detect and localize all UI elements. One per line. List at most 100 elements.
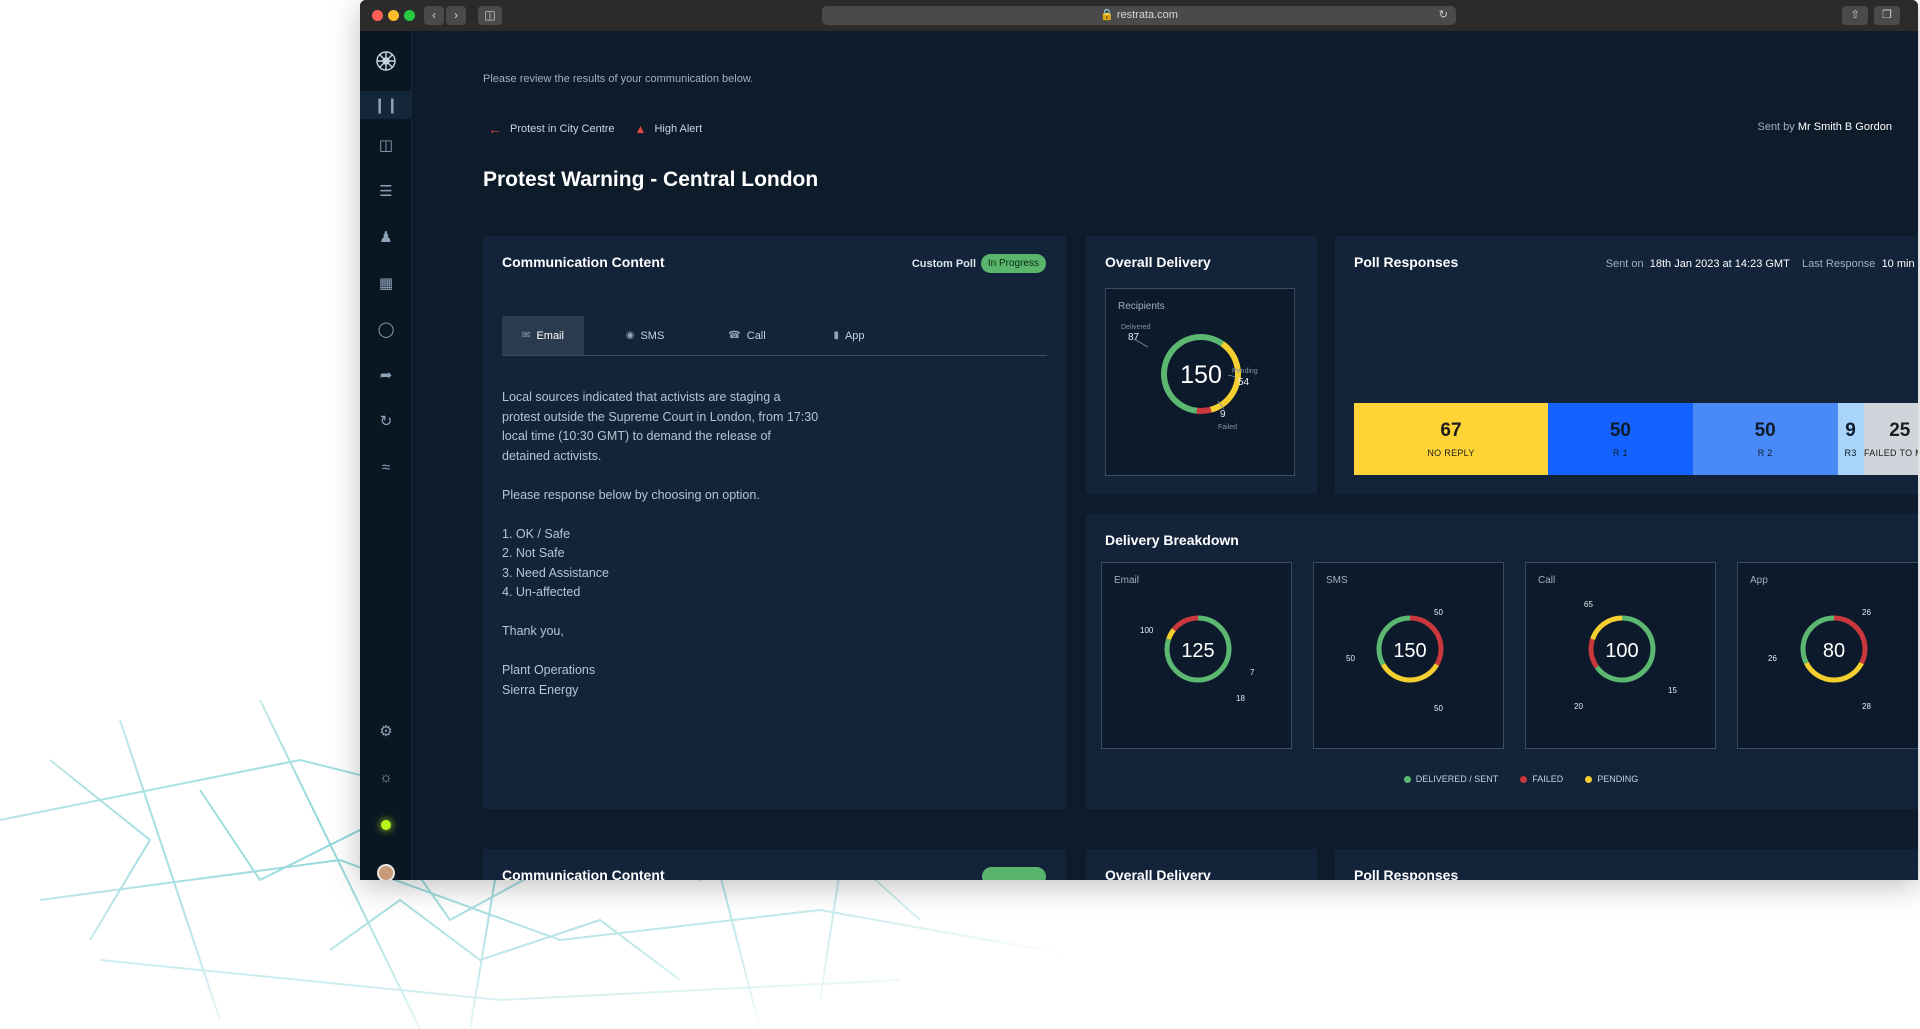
message-body: Local sources indicated that activists a… — [502, 388, 882, 700]
breakdown-red-label: 26 — [1862, 608, 1871, 617]
message-option: 3. Need Assistance — [502, 565, 610, 580]
breakdown-green-label: 65 — [1584, 600, 1593, 609]
close-window-icon[interactable] — [372, 10, 383, 21]
minimize-window-icon[interactable] — [388, 10, 399, 21]
breakdown-total: 150 — [1393, 640, 1426, 662]
tab-sms[interactable]: ◉ SMS — [604, 316, 686, 355]
main-content: Please review the results of your commun… — [412, 31, 1918, 880]
lock-icon: 🔒 — [1100, 9, 1114, 21]
tab-label: Email — [536, 329, 564, 342]
mobile-icon: ▮ — [833, 330, 839, 341]
last-response-value: 10 min ago — [1881, 258, 1918, 270]
pause-icon[interactable]: ❙❙ — [360, 91, 412, 119]
back-button[interactable]: ‹ — [424, 6, 444, 25]
message-option: 1. OK / Safe — [502, 526, 571, 541]
back-arrow-icon[interactable]: ← — [488, 121, 502, 137]
poll-bar-value: 50 — [1609, 420, 1631, 441]
communication-card: Communication Content Custom Poll In Pro… — [483, 236, 1066, 809]
poll-bar-label: NO REPLY — [1427, 448, 1475, 458]
tab-call[interactable]: ☎ Call — [706, 316, 788, 355]
megaphone-icon[interactable]: ☰ — [360, 177, 412, 205]
tab-label: App — [844, 329, 865, 342]
phone-icon: ☎ — [728, 330, 741, 341]
sent-by-label: Sent by — [1757, 121, 1795, 133]
maximize-window-icon[interactable] — [404, 10, 415, 21]
legend-label: PENDING — [1597, 774, 1639, 784]
avatar-icon[interactable] — [360, 859, 412, 880]
delivery-breakdown-title: Delivery Breakdown — [1105, 532, 1239, 548]
breakdown-legend: DELIVERED / SENT FAILED PENDING — [1086, 774, 1918, 784]
breakdown-donut: 80 26 28 26 — [1768, 608, 1871, 711]
communication-title: Communication Content — [502, 254, 665, 270]
address-bar[interactable]: 🔒 restrata.com ↻ — [822, 6, 1456, 25]
share-button[interactable]: ⇧ — [1842, 6, 1868, 25]
breakdown-call: Call 100 65 15 20 — [1525, 562, 1716, 749]
poll-type: Custom Poll — [911, 258, 976, 270]
poll-bar-r1[interactable]: 50 R 1 — [1548, 403, 1693, 475]
next-poll-title: Poll Responses — [1354, 867, 1459, 880]
map-icon[interactable]: ◫ — [360, 131, 412, 159]
message-line: detained activists. — [502, 448, 602, 463]
tab-app[interactable]: ▮ App — [808, 316, 890, 355]
pending-label: Pending — [1232, 368, 1258, 375]
reload-icon[interactable]: ↻ — [1439, 6, 1448, 25]
next-communication-card: Communication Content — [483, 849, 1066, 880]
poll-bar-label: R 1 — [1612, 448, 1628, 458]
breakdown-donut: 100 65 15 20 — [1574, 600, 1677, 711]
address-text: restrata.com — [1116, 9, 1178, 21]
runner-icon[interactable]: ➦ — [360, 361, 412, 389]
message-line: local time (10:30 GMT) to demand the rel… — [502, 429, 771, 443]
message-line: Local sources indicated that activists a… — [502, 390, 781, 404]
mail-icon: ✉ — [522, 330, 531, 341]
breadcrumb: ← Protest in City Centre ▲ High Alert — [488, 121, 702, 137]
breakdown-email: Email 125 100 7 18 — [1101, 562, 1292, 749]
message-option: 4. Un-affected — [502, 585, 581, 599]
breakdown-yellow-label: 7 — [1250, 668, 1255, 677]
message-prompt: Please response below by choosing on opt… — [502, 487, 760, 502]
legend-label: FAILED — [1532, 774, 1564, 784]
overall-total: 150 — [1180, 361, 1222, 389]
poll-bar-label: FAILED TO MAP — [1864, 448, 1918, 458]
forward-button[interactable]: › — [446, 6, 466, 25]
status-icon — [360, 811, 412, 839]
chart-icon[interactable]: ≈ — [360, 453, 412, 481]
sent-by-name: Mr Smith B Gordon — [1797, 121, 1892, 133]
support-icon[interactable]: ☼ — [360, 763, 412, 791]
breakdown-app: App 80 26 28 26 — [1737, 562, 1918, 749]
breakdown-red-label: 18 — [1236, 694, 1245, 703]
breakdown-green-label: 100 — [1140, 626, 1154, 635]
logo-icon[interactable] — [360, 37, 412, 85]
tabs-button[interactable]: ❐ — [1874, 6, 1900, 25]
sidebar-toggle-button[interactable]: ◫ — [478, 6, 502, 25]
poll-bar-no-reply[interactable]: 67 NO REPLY — [1354, 403, 1548, 475]
browser-window: ‹ › ◫ 🔒 restrata.com ↻ ⇧ ❐ ❙❙ ◫ ☰ ♟ ▦ ◯ … — [360, 0, 1918, 880]
alert-icon: ▲ — [634, 122, 647, 136]
last-response-label: Last Response — [1802, 258, 1876, 270]
breakdown-red-label: 15 — [1668, 686, 1677, 695]
overall-donut: 150 Delivered 87 Pending 54 9 Failed — [1121, 324, 1258, 431]
poll-bar-failed-to-map[interactable]: 25 FAILED TO MAP — [1863, 403, 1918, 475]
status-badge: In Progress — [980, 254, 1046, 273]
poll-bar-r3[interactable]: 9 R3 — [1837, 403, 1864, 475]
poll-bar-r2[interactable]: 50 R 2 — [1692, 403, 1838, 475]
poll-bar-value: 50 — [1754, 420, 1776, 441]
breakdown-yellow-label: 50 — [1434, 704, 1443, 713]
tab-label: SMS — [640, 329, 665, 342]
next-communication-title: Communication Content — [502, 867, 665, 880]
breakdown-green-label: 50 — [1346, 654, 1355, 663]
next-poll-card: Poll Responses — [1335, 849, 1918, 880]
breakdown-sms: SMS 150 50 50 50 — [1313, 562, 1504, 749]
breadcrumb-item[interactable]: Protest in City Centre — [510, 123, 615, 135]
tab-email[interactable]: ✉ Email — [502, 316, 584, 355]
factory-icon[interactable]: ▦ — [360, 269, 412, 297]
refresh-icon[interactable]: ↻ — [360, 407, 412, 435]
people-icon[interactable]: ♟ — [360, 223, 412, 251]
overall-delivery-title: Overall Delivery — [1105, 254, 1211, 270]
message-option: 2. Not Safe — [502, 546, 565, 560]
sidebar: ❙❙ ◫ ☰ ♟ ▦ ◯ ➦ ↻ ≈ ⚙ ☼ — [360, 31, 412, 880]
globe-icon[interactable]: ◯ — [360, 315, 412, 343]
poll-bar-label: R 2 — [1757, 448, 1773, 458]
poll-bar-value: 25 — [1889, 420, 1911, 441]
failed-label: Failed — [1218, 424, 1237, 431]
settings-icon[interactable]: ⚙ — [360, 717, 412, 745]
